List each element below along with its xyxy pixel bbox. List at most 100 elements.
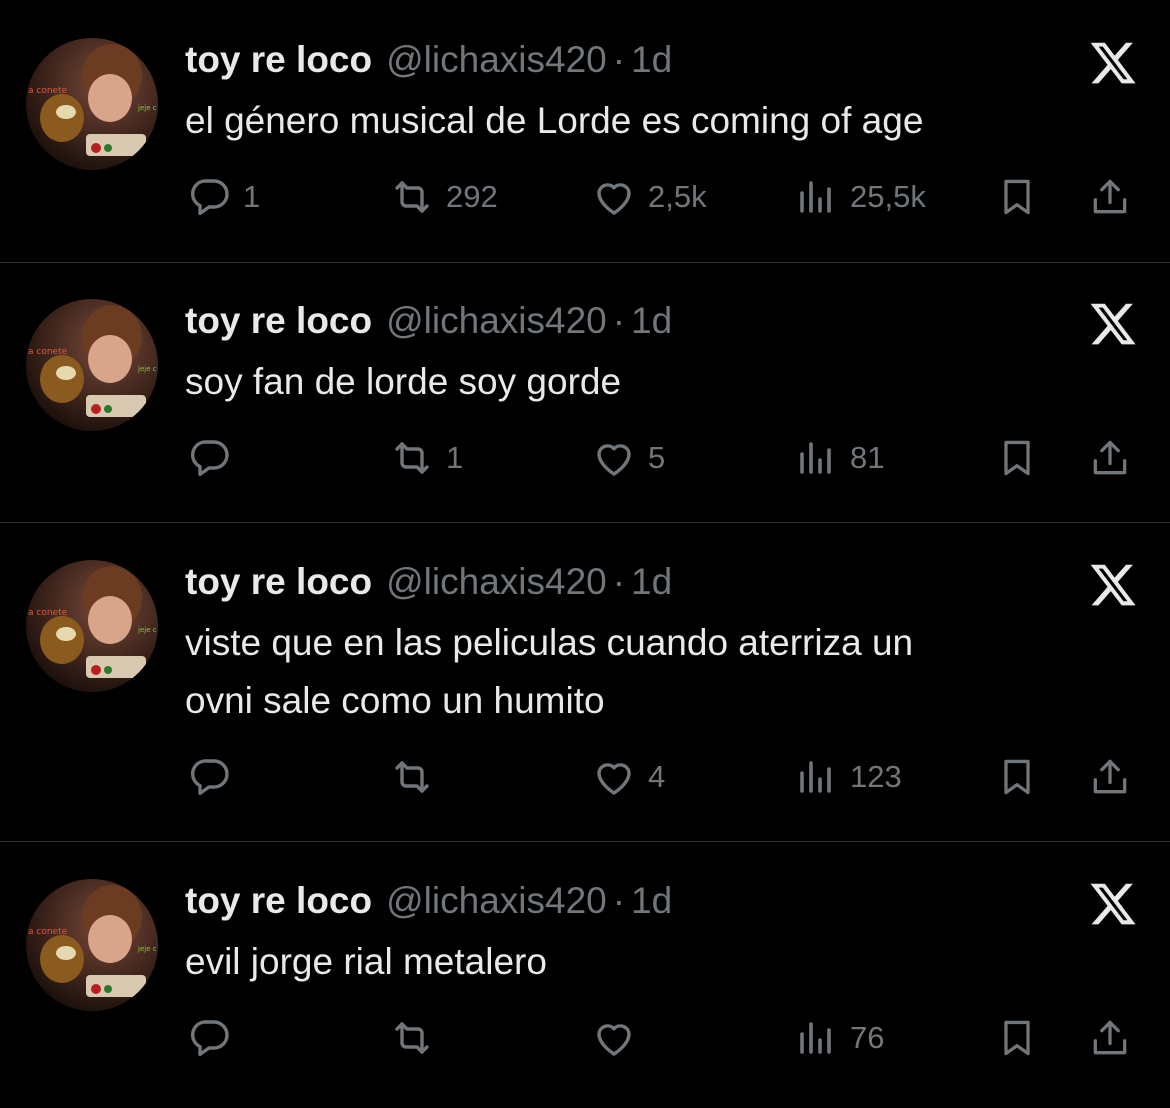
user-handle[interactable]: @lichaxis420 xyxy=(386,38,607,82)
action-bar: 76 xyxy=(0,1013,1170,1063)
avatar-caption-left: a conete xyxy=(28,347,68,357)
views-button[interactable]: 123 xyxy=(792,752,902,802)
like-button[interactable]: 2,5k xyxy=(590,172,707,222)
display-name[interactable]: toy re loco xyxy=(185,299,372,343)
avatar[interactable]: a conete jeje c xyxy=(26,299,158,431)
avatar-caption-right: jeje c xyxy=(137,945,157,953)
views-button[interactable]: 25,5k xyxy=(792,172,926,222)
avatar[interactable]: a conete jeje c xyxy=(26,38,158,170)
retweet-button[interactable]: 1 xyxy=(388,433,463,483)
action-bar: 1 5 81 xyxy=(0,433,1170,483)
action-bar: 1 292 2,5k 25,5k xyxy=(0,172,1170,222)
share-button[interactable] xyxy=(1088,752,1136,802)
avatar-caption-right: jeje c xyxy=(137,104,157,112)
share-button[interactable] xyxy=(1088,1013,1136,1063)
like-button[interactable] xyxy=(590,1013,648,1063)
bookmark-button[interactable] xyxy=(995,752,1043,802)
retweet-icon xyxy=(395,442,429,474)
tweet-header: toy re loco @lichaxis420 · 1d xyxy=(185,560,672,604)
tweet-header: toy re loco @lichaxis420 · 1d xyxy=(185,299,672,343)
like-button[interactable]: 5 xyxy=(590,433,665,483)
timeline: a conete jeje c toy re loco @lichaxis420… xyxy=(0,0,1170,1108)
share-icon xyxy=(1093,759,1127,794)
retweet-button[interactable]: 292 xyxy=(388,172,498,222)
tweet-text-line: viste que en las peliculas cuando aterri… xyxy=(185,622,914,663)
tweet-text: el género musical de Lorde es coming of … xyxy=(185,92,1095,150)
user-handle[interactable]: @lichaxis420 xyxy=(386,879,607,923)
timestamp[interactable]: 1d xyxy=(631,38,672,82)
reply-count: 1 xyxy=(243,179,261,214)
reply-button[interactable] xyxy=(185,433,243,483)
avatar-caption-right: jeje c xyxy=(137,365,157,373)
x-logo-icon xyxy=(1090,883,1136,925)
retweet-icon xyxy=(395,181,429,213)
reply-icon xyxy=(190,759,229,796)
share-button[interactable] xyxy=(1088,433,1136,483)
tweet[interactable]: a conete jeje c toy re loco @lichaxis420… xyxy=(0,841,1170,1108)
reply-button[interactable] xyxy=(185,752,243,802)
bookmark-button[interactable] xyxy=(995,1013,1043,1063)
retweet-count: 1 xyxy=(446,440,464,475)
reply-button[interactable]: 1 xyxy=(185,172,260,222)
display-name[interactable]: toy re loco xyxy=(185,879,372,923)
like-count: 5 xyxy=(648,440,666,475)
avatar-caption-left: a conete xyxy=(28,86,68,96)
reply-icon xyxy=(190,440,229,477)
tweet[interactable]: a conete jeje c toy re loco @lichaxis420… xyxy=(0,522,1170,842)
views-button[interactable]: 76 xyxy=(792,1013,884,1063)
separator: · xyxy=(612,880,626,921)
like-button[interactable]: 4 xyxy=(590,752,665,802)
views-count: 123 xyxy=(850,759,902,794)
bookmark-icon xyxy=(1004,179,1030,215)
avatar-caption-left: a conete xyxy=(28,927,68,937)
reply-button[interactable] xyxy=(185,1013,243,1063)
like-count: 2,5k xyxy=(648,179,707,214)
tweet[interactable]: a conete jeje c toy re loco @lichaxis420… xyxy=(0,261,1170,523)
tweet-text-line: ovni sale como un humito xyxy=(185,680,605,721)
avatar-caption-right: jeje c xyxy=(137,626,157,634)
tweet-header: toy re loco @lichaxis420 · 1d xyxy=(185,879,672,923)
views-icon xyxy=(800,442,831,474)
views-icon xyxy=(800,181,831,213)
share-button[interactable] xyxy=(1088,172,1136,222)
timestamp[interactable]: 1d xyxy=(631,560,672,604)
bookmark-icon xyxy=(1004,440,1030,476)
reply-icon xyxy=(190,1020,229,1057)
heart-icon xyxy=(597,1024,631,1056)
tweet[interactable]: a conete jeje c toy re loco @lichaxis420… xyxy=(0,0,1170,262)
timestamp[interactable]: 1d xyxy=(631,879,672,923)
tweet-text-line: el género musical de Lorde es coming of … xyxy=(185,100,924,141)
avatar-caption-left: a conete xyxy=(28,608,68,618)
share-icon xyxy=(1093,440,1127,475)
retweet-button[interactable] xyxy=(388,752,446,802)
user-handle[interactable]: @lichaxis420 xyxy=(386,560,607,604)
retweet-button[interactable] xyxy=(388,1013,446,1063)
views-button[interactable]: 81 xyxy=(792,433,884,483)
bookmark-icon xyxy=(1004,759,1030,795)
avatar[interactable]: a conete jeje c xyxy=(26,879,158,1011)
separator: · xyxy=(612,300,626,341)
action-bar: 4 123 xyxy=(0,752,1170,802)
views-count: 25,5k xyxy=(850,179,926,214)
views-count: 81 xyxy=(850,440,885,475)
tweet-text-line: evil jorge rial metalero xyxy=(185,941,547,982)
display-name[interactable]: toy re loco xyxy=(185,38,372,82)
retweet-icon xyxy=(395,1022,429,1054)
share-icon xyxy=(1093,1020,1127,1055)
bookmark-button[interactable] xyxy=(995,172,1043,222)
share-icon xyxy=(1093,179,1127,214)
bookmark-button[interactable] xyxy=(995,433,1043,483)
display-name[interactable]: toy re loco xyxy=(185,560,372,604)
heart-icon xyxy=(597,763,631,795)
views-count: 76 xyxy=(850,1020,885,1055)
reply-icon xyxy=(190,179,229,216)
separator: · xyxy=(612,39,626,80)
x-logo-icon xyxy=(1090,564,1136,606)
like-count: 4 xyxy=(648,759,666,794)
avatar[interactable]: a conete jeje c xyxy=(26,560,158,692)
x-logo-icon xyxy=(1090,303,1136,345)
timestamp[interactable]: 1d xyxy=(631,299,672,343)
tweet-text: evil jorge rial metalero xyxy=(185,933,1095,991)
tweet-text: soy fan de lorde soy gorde xyxy=(185,353,1095,411)
user-handle[interactable]: @lichaxis420 xyxy=(386,299,607,343)
